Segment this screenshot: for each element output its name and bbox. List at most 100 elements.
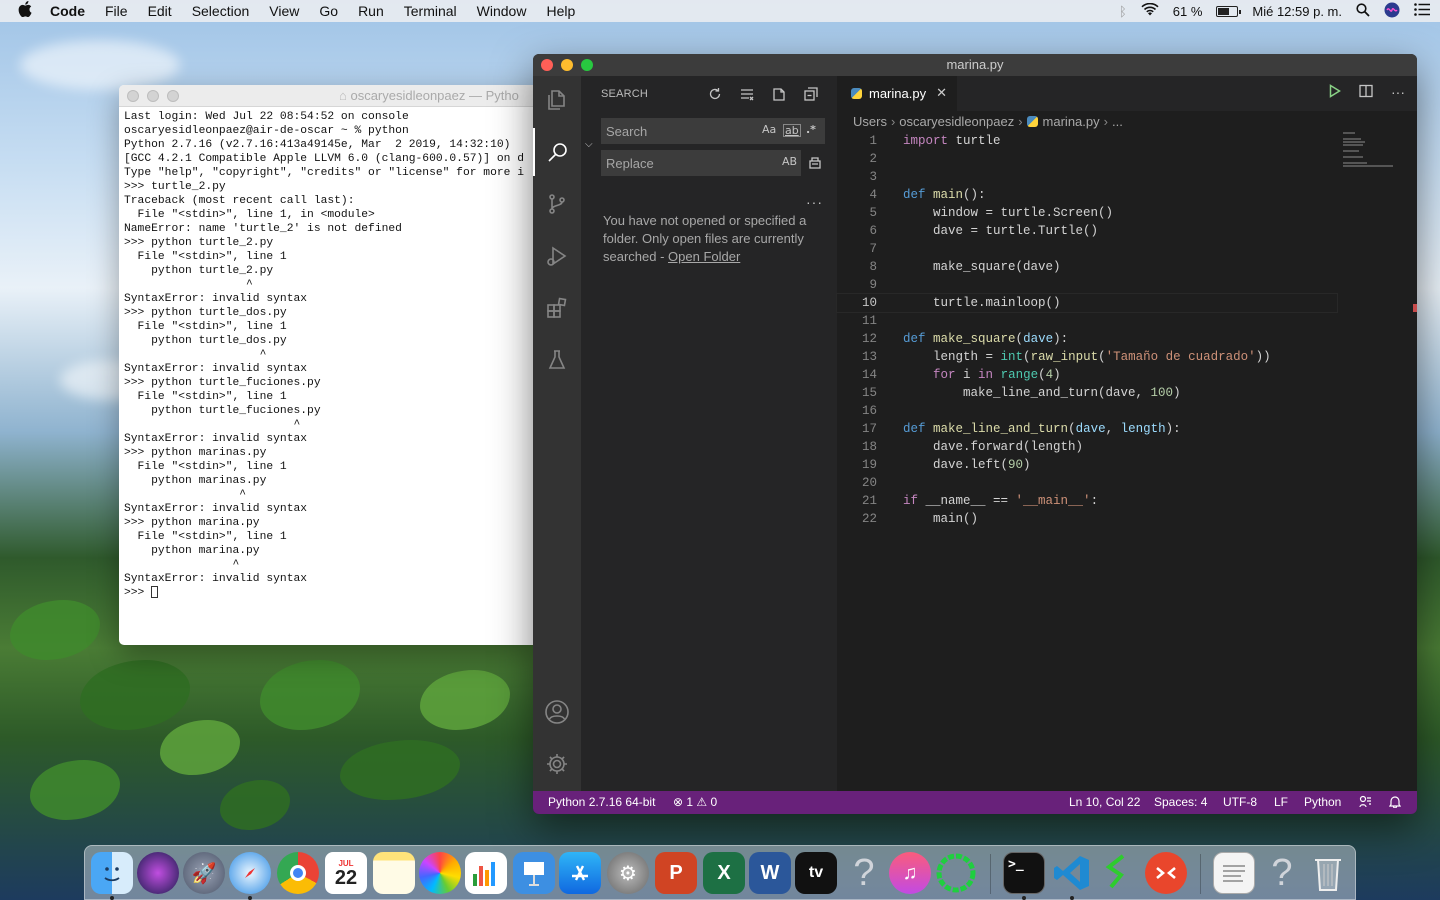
code-editor[interactable]: 1 import turtle 2 3 4 def main(): 5 window… (836, 132, 1338, 528)
vscode-app-icon[interactable] (1051, 852, 1093, 894)
run-python-file-icon[interactable] (1329, 84, 1341, 101)
menu-view[interactable]: View (269, 3, 299, 19)
music-note-icon[interactable]: ♫ (889, 852, 931, 894)
battery-percent[interactable]: 61 % (1173, 4, 1203, 19)
testing-flask-icon[interactable] (533, 336, 581, 384)
menubar-clock[interactable]: Mié 12:59 p. m. (1252, 4, 1342, 19)
notes-icon[interactable] (373, 852, 415, 894)
notification-center-icon[interactable] (1414, 3, 1430, 19)
terminal-output[interactable]: Last login: Wed Jul 22 08:54:52 on conso… (119, 107, 539, 603)
launchpad-rocket-icon[interactable]: 🚀 (183, 852, 225, 894)
chrome-icon[interactable] (277, 852, 319, 894)
close-tab-icon[interactable]: ✕ (936, 85, 947, 101)
breadcrumb-file[interactable]: marina.py (1043, 114, 1100, 129)
regex-toggle[interactable]: .* (806, 123, 816, 136)
powerpoint-icon[interactable]: P (655, 852, 697, 894)
replace-all-icon[interactable] (805, 153, 825, 173)
explorer-icon[interactable] (533, 76, 581, 124)
run-debug-icon[interactable] (533, 232, 581, 280)
safari-compass-icon[interactable] (229, 852, 271, 894)
terminal-close-button[interactable] (127, 89, 139, 102)
menu-file[interactable]: File (105, 3, 128, 19)
active-app-name[interactable]: Code (50, 3, 85, 19)
code-text: def make_square(dave): (903, 332, 1069, 346)
trash-icon[interactable] (1307, 852, 1349, 894)
spotlight-search-icon[interactable] (1356, 2, 1370, 20)
siri-icon[interactable] (1384, 2, 1400, 21)
source-control-icon[interactable] (533, 180, 581, 228)
terminal-minimize-button[interactable] (147, 89, 159, 102)
vscode-window[interactable]: marina.py SEARCH ⌵ Search Aa ab .* Repla… (533, 54, 1417, 814)
menu-window[interactable]: Window (477, 3, 527, 19)
keynote-icon[interactable] (513, 852, 555, 894)
minimap[interactable] (1343, 132, 1403, 192)
python-file-icon (1026, 116, 1038, 127)
search-input[interactable] (606, 123, 756, 139)
menu-help[interactable]: Help (546, 3, 575, 19)
problems-status[interactable]: ⊗ 1 ⚠ 0 (673, 795, 717, 809)
breadcrumb-user-folder[interactable]: oscaryesidleonpaez (899, 114, 1014, 129)
scrollbar-error-marker[interactable] (1413, 304, 1417, 312)
cursor-position-status[interactable]: Ln 10, Col 22 (1069, 795, 1140, 809)
photos-icon[interactable] (419, 852, 461, 894)
terminal-prompt-line[interactable]: >>> (124, 586, 534, 600)
match-case-toggle[interactable]: Aa (762, 123, 776, 136)
encoding-status[interactable]: UTF-8 (1223, 795, 1257, 809)
system-preferences-gear-icon[interactable]: ⚙ (607, 852, 649, 894)
collapse-all-icon[interactable] (801, 84, 821, 104)
clear-results-icon[interactable] (737, 84, 757, 104)
language-mode-status[interactable]: Python (1304, 795, 1341, 809)
menu-selection[interactable]: Selection (192, 3, 250, 19)
excel-icon[interactable]: X (703, 852, 745, 894)
terminal-window[interactable]: ⌂ oscaryesidleonpaez — Pytho Last login:… (119, 85, 539, 645)
siri-app-icon[interactable] (137, 852, 179, 894)
more-actions-icon[interactable]: ··· (1391, 84, 1405, 101)
finder-icon[interactable] (91, 852, 133, 894)
replace-input[interactable] (606, 155, 756, 171)
vscode-titlebar[interactable]: marina.py (533, 54, 1417, 76)
bluetooth-icon[interactable]: ᛒ (1119, 4, 1127, 19)
wifi-icon[interactable] (1141, 2, 1159, 19)
notifications-bell-icon[interactable] (1388, 795, 1402, 811)
more-options-icon[interactable]: ··· (806, 194, 823, 210)
whole-word-toggle[interactable]: ab (783, 124, 801, 137)
terminal-zoom-button[interactable] (167, 89, 179, 102)
open-folder-link[interactable]: Open Folder (668, 249, 740, 264)
new-search-editor-icon[interactable] (769, 84, 789, 104)
apple-menu-icon[interactable] (18, 1, 38, 21)
word-icon[interactable]: W (749, 852, 791, 894)
python-interpreter-status[interactable]: Python 2.7.16 64-bit (548, 795, 655, 809)
accounts-icon[interactable] (533, 688, 581, 736)
eol-status[interactable]: LF (1274, 795, 1288, 809)
tab-marina-py[interactable]: marina.py ✕ (837, 76, 957, 111)
terminal-app-icon[interactable]: >_ (1003, 852, 1045, 894)
menu-run[interactable]: Run (358, 3, 384, 19)
question-mark-icon[interactable]: ? (1261, 852, 1303, 894)
remote-desktop-icon[interactable] (1145, 852, 1187, 894)
apple-tv-icon[interactable]: tv (795, 852, 837, 894)
refresh-icon[interactable] (705, 84, 725, 104)
app-store-icon[interactable] (559, 852, 601, 894)
split-editor-icon[interactable] (1359, 84, 1373, 101)
document-stack-icon[interactable] (1213, 852, 1255, 894)
extensions-icon[interactable] (533, 284, 581, 332)
toggle-replace-chevron-icon[interactable]: ⌵ (585, 139, 593, 150)
breadcrumb-users[interactable]: Users (853, 114, 887, 129)
question-mark-icon[interactable]: ? (843, 852, 885, 894)
preserve-case-toggle[interactable]: AB (782, 155, 797, 168)
code-line: 13 length = int(raw_input('Tamaño de cua… (837, 348, 1337, 366)
numbers-chart-icon[interactable] (465, 852, 507, 894)
search-icon[interactable] (533, 128, 581, 176)
indentation-status[interactable]: Spaces: 4 (1154, 795, 1207, 809)
calendar-icon[interactable]: JUL 22 (325, 852, 367, 894)
terminal-line: python turtle_dos.py (124, 335, 287, 347)
terminal-titlebar[interactable]: ⌂ oscaryesidleonpaez — Pytho (119, 85, 539, 107)
feedback-icon[interactable] (1359, 795, 1372, 811)
activity-ring-icon[interactable] (935, 852, 977, 894)
settings-gear-icon[interactable] (533, 740, 581, 788)
menu-terminal[interactable]: Terminal (404, 3, 457, 19)
menu-edit[interactable]: Edit (148, 3, 172, 19)
breadcrumb-symbols[interactable]: ... (1112, 114, 1123, 129)
green-s-app-icon[interactable] (1097, 852, 1139, 894)
menu-go[interactable]: Go (319, 3, 338, 19)
